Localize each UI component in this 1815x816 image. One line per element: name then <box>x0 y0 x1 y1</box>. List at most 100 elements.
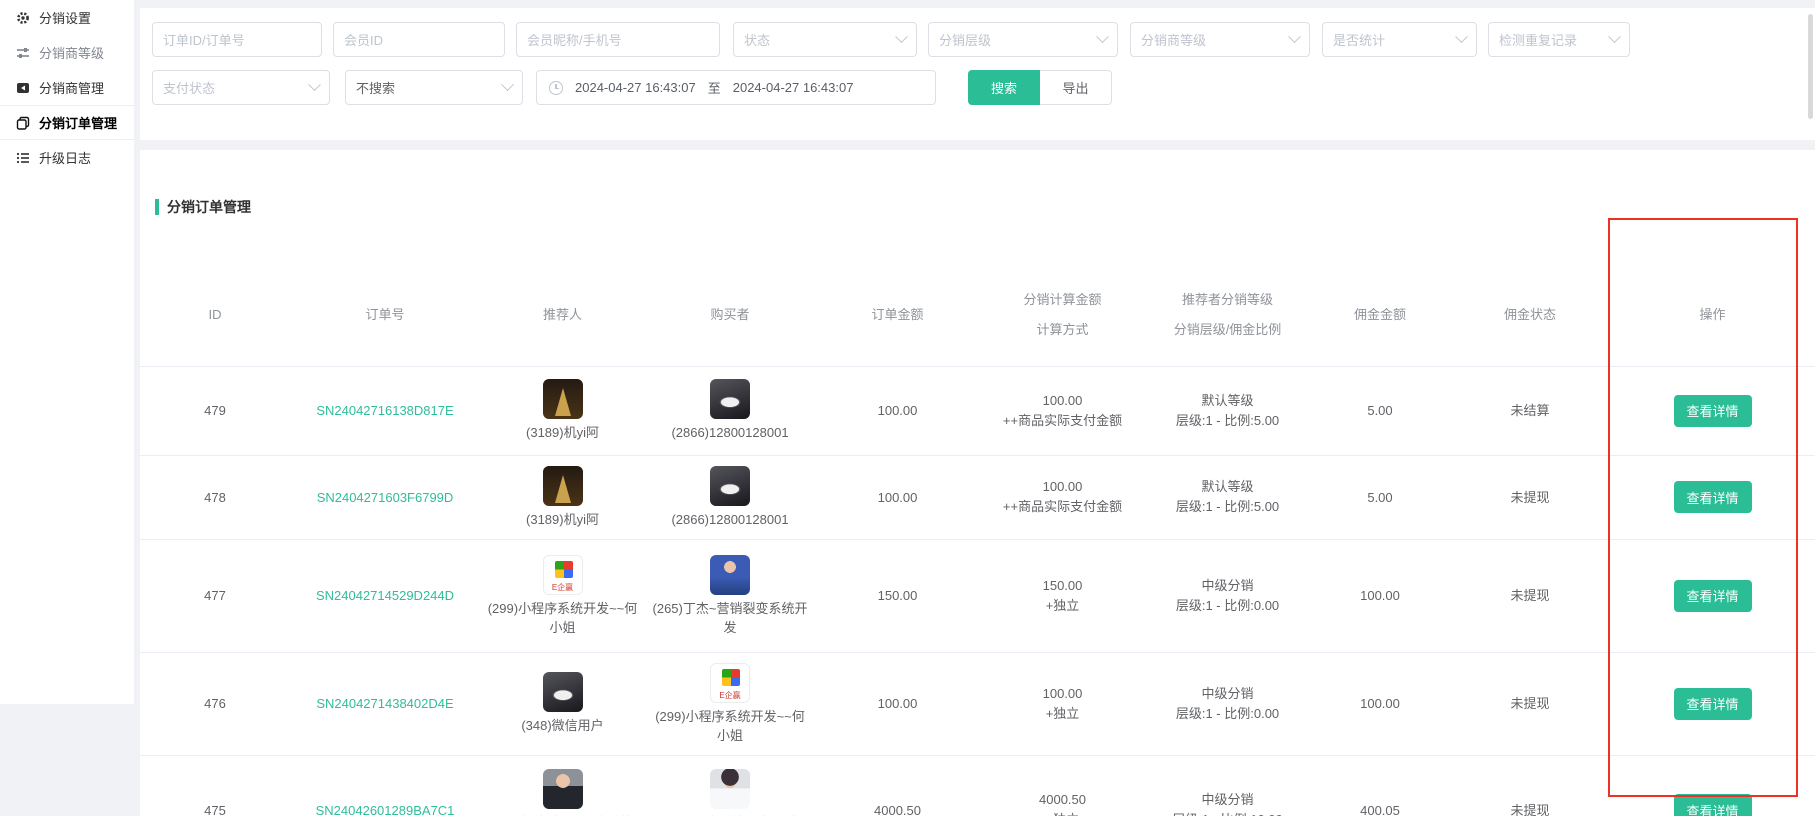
sidebar-item-label: 分销设置 <box>39 8 91 27</box>
chevron-down-icon <box>308 78 321 91</box>
view-detail-button[interactable]: 查看详情 <box>1674 794 1752 816</box>
order-number-link[interactable]: SN2404271438402D4E <box>316 696 453 711</box>
referrer-level-cell: 中级分销层级:1 - 比例:0.00 <box>1145 652 1310 755</box>
pay-status-value: 支付状态 <box>163 78 215 97</box>
view-detail-button[interactable]: 查看详情 <box>1674 580 1752 612</box>
buyer-avatar <box>710 555 750 595</box>
sidebar-item-distribution-settings[interactable]: 分销设置 <box>0 0 134 35</box>
member-id-input[interactable]: 会员ID <box>333 22 505 57</box>
gear-icon <box>15 10 30 25</box>
view-detail-button[interactable]: 查看详情 <box>1674 395 1752 427</box>
table-row: 479 SN24042716138D817E (3189)机yi阿 (2866)… <box>140 366 1815 455</box>
order-number-link[interactable]: SN24042601289BA7C1 <box>316 803 455 816</box>
order-number-link[interactable]: SN24042714529D244D <box>316 588 454 603</box>
referrer-name: (299)小程序系统开发~~何小姐 <box>486 599 639 637</box>
commission-status: 未提现 <box>1450 755 1610 816</box>
referrer-name: (3189)机yi阿 <box>486 510 639 529</box>
order-amount: 150.00 <box>815 539 980 652</box>
order-amount: 100.00 <box>815 366 980 455</box>
buyer-avatar <box>710 466 750 506</box>
sidebar: 分销设置 分销商等级 分销商管理 分销订单管理 升级日志 <box>0 0 134 704</box>
member-id-placeholder: 会员ID <box>344 30 383 49</box>
is-stat-value: 是否统计 <box>1333 30 1385 49</box>
referrer-avatar <box>543 379 583 419</box>
commission-amount: 5.00 <box>1310 455 1450 539</box>
buyer-name: (299)小程序系统开发~~何小姐 <box>651 707 809 745</box>
referrer-level-cell: 默认等级层级:1 - 比例:5.00 <box>1145 455 1310 539</box>
col-header-id: ID <box>140 265 290 366</box>
commission-status: 未结算 <box>1450 366 1610 455</box>
commission-status: 未提现 <box>1450 652 1610 755</box>
distribution-level-select[interactable]: 分销层级 <box>928 22 1118 57</box>
buyer-avatar <box>710 769 750 809</box>
chevron-down-icon <box>895 30 908 43</box>
sidebar-item-distribution-orders[interactable]: 分销订单管理 <box>0 105 134 140</box>
referrer-name: (348)微信用户 <box>486 716 639 735</box>
table-row: 478 SN2404271603F6799D (3189)机yi阿 (2866)… <box>140 455 1815 539</box>
col-header-order-no: 订单号 <box>290 265 480 366</box>
buyer-name: (2866)12800128001 <box>651 510 809 529</box>
buyer-avatar <box>710 379 750 419</box>
date-range-picker[interactable]: 2024-04-27 16:43:07 至 2024-04-27 16:43:0… <box>536 70 936 105</box>
search-mode-select[interactable]: 不搜索 <box>345 70 523 105</box>
referrer-level-cell: 默认等级层级:1 - 比例:5.00 <box>1145 366 1310 455</box>
view-detail-button[interactable]: 查看详情 <box>1674 481 1752 513</box>
is-stat-select[interactable]: 是否统计 <box>1322 22 1477 57</box>
status-select[interactable]: 状态 <box>733 22 917 57</box>
distribution-level-value: 分销层级 <box>939 30 991 49</box>
view-detail-button[interactable]: 查看详情 <box>1674 688 1752 720</box>
filter-panel: 订单ID/订单号 会员ID 会员昵称/手机号 状态 分销层级 分销商等级 是否统… <box>140 8 1815 140</box>
table-row: 477 SN24042714529D244D (299)小程序系统开发~~何小姐… <box>140 539 1815 652</box>
col-header-actions: 操作 <box>1610 265 1815 366</box>
commission-amount: 400.05 <box>1310 755 1450 816</box>
order-id: 477 <box>140 539 290 652</box>
order-number-link[interactable]: SN2404271603F6799D <box>317 490 454 505</box>
chevron-down-icon <box>1455 30 1468 43</box>
referrer-avatar <box>543 672 583 712</box>
commission-status: 未提现 <box>1450 539 1610 652</box>
title-accent-bar <box>155 199 159 215</box>
calc-amount-cell: 4000.50+独立 <box>980 755 1145 816</box>
sidebar-item-label: 分销订单管理 <box>39 113 117 132</box>
referrer-avatar <box>543 769 583 809</box>
referrer-level-cell: 中级分销层级:1 - 比例:10.00 <box>1145 755 1310 816</box>
sidebar-item-distributor-management[interactable]: 分销商管理 <box>0 70 134 105</box>
distributor-grade-select[interactable]: 分销商等级 <box>1130 22 1310 57</box>
table-row: 475 SN24042601289BA7C1 (181)杨家隆#小程序系统研发 … <box>140 755 1815 816</box>
chevron-down-icon <box>1608 30 1621 43</box>
chevron-down-icon <box>1096 30 1109 43</box>
order-amount: 4000.50 <box>815 755 980 816</box>
col-header-order-amount: 订单金额 <box>815 265 980 366</box>
referrer-avatar <box>543 466 583 506</box>
chevron-down-icon <box>1288 30 1301 43</box>
referrer-level-cell: 中级分销层级:1 - 比例:0.00 <box>1145 539 1310 652</box>
search-mode-value: 不搜索 <box>356 78 395 97</box>
col-header-referrer-level: 推荐者分销等级分销层级/佣金比例 <box>1145 265 1310 366</box>
search-button[interactable]: 搜索 <box>968 70 1040 105</box>
commission-amount: 100.00 <box>1310 539 1450 652</box>
order-id-input[interactable]: 订单ID/订单号 <box>152 22 322 57</box>
date-start-value: 2024-04-27 16:43:07 <box>575 80 696 95</box>
dup-check-select[interactable]: 检测重复记录 <box>1488 22 1630 57</box>
sidebar-item-upgrade-log[interactable]: 升级日志 <box>0 140 134 175</box>
order-table-panel: 分销订单管理 ID 订单号 推荐人 购买者 订单金额 分销计算金额计算方式 推荐… <box>140 150 1815 816</box>
order-id: 476 <box>140 652 290 755</box>
sidebar-item-distributor-grade[interactable]: 分销商等级 <box>0 35 134 70</box>
order-amount: 100.00 <box>815 455 980 539</box>
page: 分销设置 分销商等级 分销商管理 分销订单管理 升级日志 <box>0 0 1815 816</box>
orders-table: ID 订单号 推荐人 购买者 订单金额 分销计算金额计算方式 推荐者分销等级分销… <box>140 265 1815 816</box>
pay-status-select[interactable]: 支付状态 <box>152 70 330 105</box>
section-title: 分销订单管理 <box>155 197 251 217</box>
clock-icon <box>549 81 563 95</box>
buyer-avatar <box>710 663 750 703</box>
page-title: 分销订单管理 <box>167 197 251 217</box>
export-button[interactable]: 导出 <box>1040 70 1112 105</box>
member-nick-placeholder: 会员昵称/手机号 <box>527 30 622 49</box>
order-number-link[interactable]: SN24042716138D817E <box>316 403 453 418</box>
member-nick-input[interactable]: 会员昵称/手机号 <box>516 22 720 57</box>
vertical-scrollbar[interactable] <box>1808 14 1813 119</box>
status-select-value: 状态 <box>744 30 770 49</box>
table-row: 476 SN2404271438402D4E (348)微信用户 (299)小程… <box>140 652 1815 755</box>
list-icon <box>15 150 30 165</box>
order-id: 479 <box>140 366 290 455</box>
